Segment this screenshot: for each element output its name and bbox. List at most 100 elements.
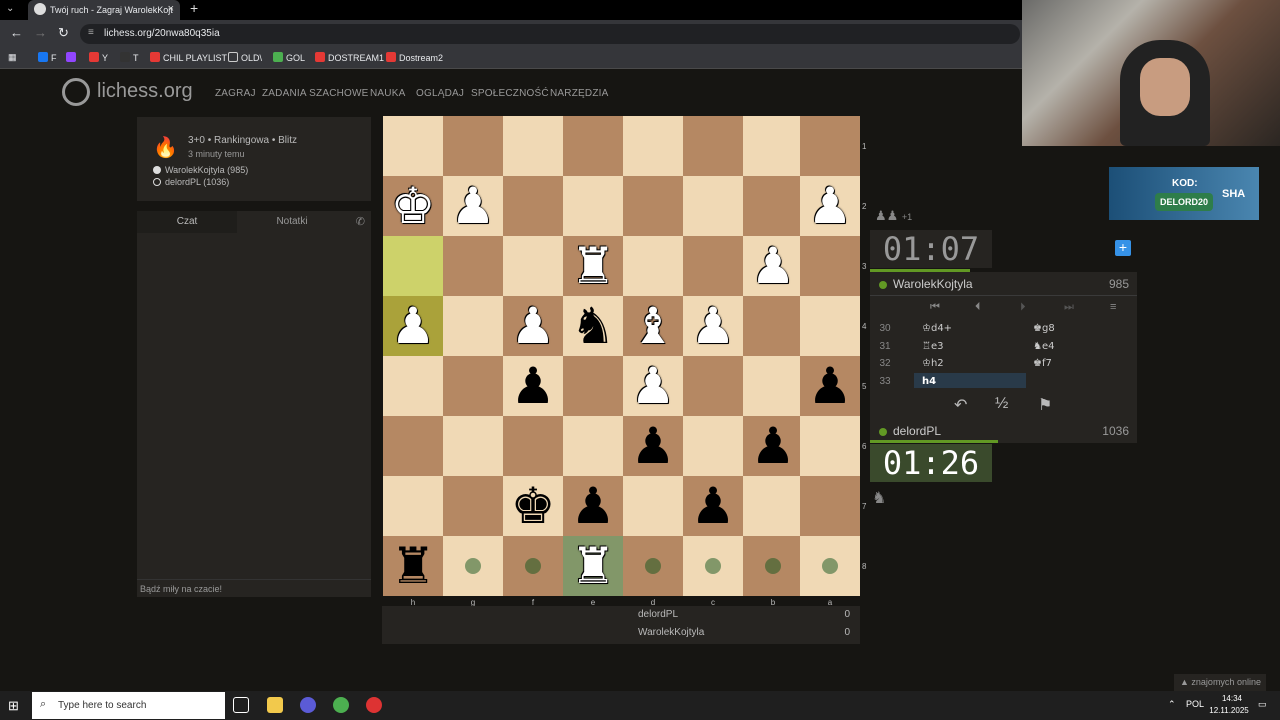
url-field[interactable]: ≡ lichess.org/20nwa80q35ia (80, 24, 1020, 44)
first-move-icon[interactable]: ⏮ (930, 301, 940, 314)
black-pawn-a5[interactable]: ♟ (800, 356, 860, 416)
friends-online-button[interactable]: ▲ znajomych online (1174, 674, 1266, 691)
black-knight-e4[interactable]: ♞ (563, 296, 623, 356)
square-f6[interactable] (503, 416, 563, 476)
move-hint-f8[interactable] (525, 558, 541, 574)
move-black[interactable]: ♞e4 (1033, 341, 1054, 352)
offer-draw-button[interactable]: ½ (995, 395, 1008, 413)
square-g1[interactable] (443, 116, 503, 176)
nav-spolecznosc[interactable]: SPOŁECZNOŚĆ (471, 88, 549, 99)
square-c3[interactable] (683, 236, 743, 296)
square-b1[interactable] (743, 116, 803, 176)
windows-start-icon[interactable]: ⊞ (8, 698, 19, 714)
chrome-icon[interactable] (333, 697, 349, 713)
move-white[interactable]: h4 (922, 376, 936, 387)
chat-input[interactable]: Bądź miły na czacie! (137, 579, 371, 597)
obs-icon[interactable] (366, 697, 382, 713)
move-white[interactable]: ♖e3 (922, 341, 943, 352)
black-pawn-c7[interactable]: ♟ (683, 476, 743, 536)
player-name-bottom[interactable]: delordPL (893, 424, 941, 438)
square-f1[interactable] (503, 116, 563, 176)
back-icon[interactable]: ← (10, 25, 23, 40)
file-explorer-icon[interactable] (267, 697, 283, 713)
takeback-icon[interactable]: ↶ (954, 395, 967, 415)
tray-chevron-icon[interactable]: ⌃ (1168, 699, 1176, 710)
player-row-top[interactable]: WarolekKojtyla 985 (870, 272, 1137, 296)
language-indicator[interactable]: POL (1186, 699, 1204, 709)
site-info-icon[interactable]: ≡ (88, 27, 94, 38)
square-c6[interactable] (683, 416, 743, 476)
taskbar-time[interactable]: 14:34 (1212, 694, 1252, 703)
square-d1[interactable] (623, 116, 683, 176)
square-c2[interactable] (683, 176, 743, 236)
square-h1[interactable] (383, 116, 443, 176)
move-hint-a8[interactable] (822, 558, 838, 574)
bookmark-chil-playlist[interactable]: CHIL PLAYLIST (150, 52, 227, 63)
white-bishop-d4[interactable]: ♝ (623, 296, 683, 356)
white-pawn-a2[interactable]: ♟ (800, 176, 860, 236)
prev-move-icon[interactable]: ⏴ (975, 301, 981, 314)
white-pawn-g2[interactable]: ♟ (443, 176, 503, 236)
square-a3[interactable] (800, 236, 860, 296)
square-g7[interactable] (443, 476, 503, 536)
site-logo[interactable]: lichess.org (97, 80, 193, 103)
bookmark-t[interactable]: T (120, 52, 139, 63)
square-e2[interactable] (563, 176, 623, 236)
square-e1[interactable] (563, 116, 623, 176)
notifications-icon[interactable]: ▭ (1258, 699, 1267, 710)
square-b5[interactable] (743, 356, 803, 416)
square-f2[interactable] (503, 176, 563, 236)
tab-notes[interactable]: Notatki (237, 211, 347, 233)
black-rook-h8[interactable]: ♜ (383, 536, 443, 596)
nav-zadania[interactable]: ZADANIA SZACHOWE (262, 88, 369, 99)
square-a4[interactable] (800, 296, 860, 356)
square-e6[interactable] (563, 416, 623, 476)
square-f3[interactable] (503, 236, 563, 296)
white-pawn-b3[interactable]: ♟ (743, 236, 803, 296)
next-move-icon[interactable]: ⏵ (1020, 301, 1026, 314)
black-pawn-d6[interactable]: ♟ (623, 416, 683, 476)
nav-ogladaj[interactable]: OGLĄDAJ (416, 88, 464, 99)
white-player-info[interactable]: WarolekKojtyla (985) (153, 165, 248, 175)
move-black[interactable]: ♚f7 (1033, 358, 1052, 369)
browser-tab[interactable]: Twój ruch - Zagraj WarolekKojt × (28, 0, 180, 20)
black-pawn-b6[interactable]: ♟ (743, 416, 803, 476)
bookmark-dostream1[interactable]: DOSTREAM1 (315, 52, 384, 63)
black-player-info[interactable]: delordPL (1036) (153, 177, 229, 187)
apps-grid-icon[interactable]: ▦ (8, 52, 17, 63)
move-hint-c8[interactable] (705, 558, 721, 574)
black-pawn-e7[interactable]: ♟ (563, 476, 623, 536)
close-tab-icon[interactable]: × (168, 3, 174, 15)
square-d7[interactable] (623, 476, 683, 536)
bookmark-y[interactable]: Y (89, 52, 108, 63)
white-pawn-c4[interactable]: ♟ (683, 296, 743, 356)
nav-zagraj[interactable]: ZAGRAJ (215, 88, 256, 99)
black-king-f7[interactable]: ♚ (503, 476, 563, 536)
bookmark-gol[interactable]: GOL (273, 52, 305, 63)
white-king-h2[interactable]: ♚ (383, 176, 443, 236)
last-move-icon[interactable]: ⏭ (1064, 301, 1074, 314)
square-c5[interactable] (683, 356, 743, 416)
new-tab-icon[interactable]: + (190, 0, 198, 16)
menu-icon[interactable]: ≡ (1110, 301, 1116, 313)
taskbar-search[interactable]: ⌕ Type here to search (32, 692, 225, 719)
move-hint-g8[interactable] (465, 558, 481, 574)
lichess-logo-icon[interactable] (62, 78, 90, 106)
tab-chat[interactable]: Czat (137, 211, 237, 233)
nav-nauka[interactable]: NAUKA (370, 88, 405, 99)
square-b4[interactable] (743, 296, 803, 356)
square-e5[interactable] (563, 356, 623, 416)
add-time-button[interactable]: + (1115, 240, 1131, 256)
chess-board[interactable]: ♚ ♟ ♟ ♜ ♟ ♟ ♟ ♞ ♝ ♟ ♟ ♟ ♟ ♟ ♟ ♚ ♟ ♟ ♜ ♜ (383, 116, 860, 596)
white-pawn-d5[interactable]: ♟ (623, 356, 683, 416)
task-view-icon[interactable] (233, 697, 249, 713)
square-a1[interactable] (800, 116, 860, 176)
square-a6[interactable] (800, 416, 860, 476)
square-b7[interactable] (743, 476, 803, 536)
move-white[interactable]: ♔d4+ (922, 323, 952, 334)
square-g4[interactable] (443, 296, 503, 356)
forward-icon[interactable]: → (34, 25, 47, 40)
tab-search-icon[interactable]: ⌄ (6, 3, 14, 14)
bookmark-folder-old[interactable]: OLD\ (228, 52, 262, 63)
nav-narzedzia[interactable]: NARZĘDZIA (550, 88, 608, 99)
